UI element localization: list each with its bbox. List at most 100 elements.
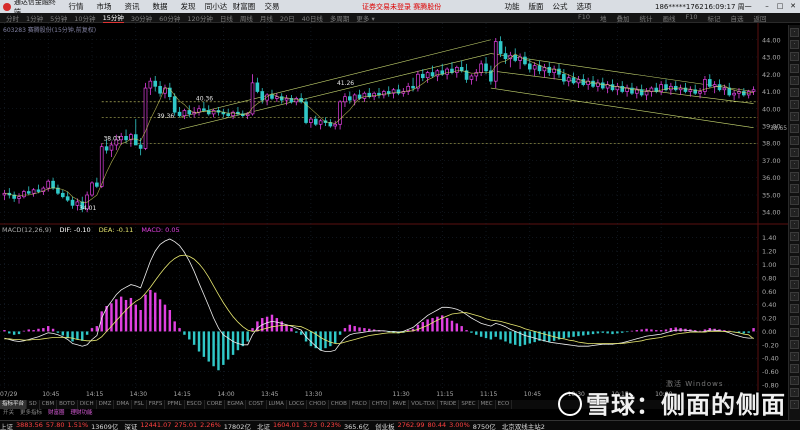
sidebar-button-icon[interactable]: ·: [790, 244, 799, 253]
tool-item-3[interactable]: 统计: [640, 13, 653, 23]
tool-item-6[interactable]: 标记: [708, 13, 721, 23]
period-tab-13[interactable]: 多周期: [330, 13, 350, 23]
indicator-tab-0[interactable]: 指标平台: [0, 400, 28, 409]
tool-item-2[interactable]: 叠加: [617, 13, 630, 23]
sidebar-button-icon[interactable]: ·: [790, 64, 799, 73]
indicator-tab-15[interactable]: LOCG: [287, 400, 308, 409]
period-tab-0[interactable]: 分时: [6, 13, 19, 23]
period-tab-12[interactable]: 40日线: [302, 13, 323, 23]
close-icon[interactable]: ✕: [788, 2, 798, 11]
sidebar-button-icon[interactable]: ·: [790, 148, 799, 157]
indicator-tab-6[interactable]: DMA: [114, 400, 133, 409]
indicator-tab-12[interactable]: EGMA: [225, 400, 247, 409]
sidebar-button-icon[interactable]: ·: [790, 256, 799, 265]
period-tab-7[interactable]: 120分钟: [187, 13, 212, 23]
menu-gongshi[interactable]: 公式: [548, 1, 572, 12]
indicator-tab-16[interactable]: CHOO: [307, 400, 329, 409]
period-tab-6[interactable]: 60分钟: [159, 13, 180, 23]
tool-item-5[interactable]: F10: [686, 13, 698, 23]
sidebar-button-icon[interactable]: ·: [790, 52, 799, 61]
sidebar-button-icon[interactable]: ·: [790, 292, 799, 301]
index-1[interactable]: 深证 12441.07 275.01 2.26% 17802亿: [124, 421, 251, 430]
subtab-1[interactable]: 更多指标: [17, 409, 45, 418]
indicator-tab-23[interactable]: SPEC: [459, 400, 479, 409]
period-tab-2[interactable]: 5分钟: [50, 13, 67, 23]
kline-chart[interactable]: 44.0043.0042.0041.0040.0039.0038.0037.00…: [0, 23, 788, 391]
sidebar-button-icon[interactable]: ·: [790, 136, 799, 145]
indicator-tab-14[interactable]: LUMA: [267, 400, 287, 409]
indicator-tab-24[interactable]: MEC: [479, 400, 496, 409]
menu-shuju[interactable]: 数据: [146, 1, 174, 12]
indicator-tab-5[interactable]: DMZ: [97, 400, 115, 409]
indicator-tab-19[interactable]: CHTO: [370, 400, 391, 409]
menu-caifuquan[interactable]: 财富圈: [230, 1, 258, 12]
indicator-tab-22[interactable]: TRIDE: [438, 400, 460, 409]
menu-faxian[interactable]: 发现: [174, 1, 202, 12]
sidebar-button-icon[interactable]: ·: [790, 160, 799, 169]
period-tab-11[interactable]: 20日: [280, 13, 295, 23]
sidebar-button-icon[interactable]: ·: [790, 232, 799, 241]
login-notice[interactable]: 证券交易未登录 赛腾股份: [362, 2, 441, 12]
user-phone[interactable]: 186*****1762: [655, 3, 704, 11]
period-tab-5[interactable]: 30分钟: [131, 13, 152, 23]
maximize-icon[interactable]: □: [775, 2, 785, 11]
menu-tongxiaoda[interactable]: 同小达: [202, 1, 230, 12]
indicator-tab-13[interactable]: COST: [246, 400, 267, 409]
menu-gongneng[interactable]: 功能: [500, 1, 524, 12]
sidebar-button-icon[interactable]: ·: [790, 76, 799, 85]
sidebar-button-icon[interactable]: ·: [790, 184, 799, 193]
index-2[interactable]: 北证 1604.01 3.73 0.23% 365.6亿: [257, 421, 369, 430]
indicator-tab-9[interactable]: PFML: [165, 400, 185, 409]
sidebar-button-icon[interactable]: ·: [790, 388, 799, 397]
index-3[interactable]: 创业板 2762.99 80.44 3.00% 8750亿: [375, 421, 496, 430]
indicator-tab-2[interactable]: CBM: [40, 400, 58, 409]
sidebar-button-icon[interactable]: ·: [790, 88, 799, 97]
period-tab-9[interactable]: 周线: [240, 13, 253, 23]
sidebar-button-icon[interactable]: ·: [790, 208, 799, 217]
indicator-tab-25[interactable]: ECO: [496, 400, 513, 409]
sidebar-button-icon[interactable]: ·: [790, 400, 799, 409]
menu-xuanxiang[interactable]: 选项: [572, 1, 596, 12]
sidebar-button-icon[interactable]: ·: [790, 112, 799, 121]
menu-hangqing[interactable]: 行情: [62, 1, 90, 12]
tool-item-0[interactable]: F10: [578, 13, 590, 23]
sidebar-button-icon[interactable]: ·: [790, 352, 799, 361]
sidebar-button-icon[interactable]: ·: [790, 28, 799, 37]
sidebar-button-icon[interactable]: ·: [790, 40, 799, 49]
tool-item-1[interactable]: 地: [600, 13, 607, 23]
menu-shichang[interactable]: 市场: [90, 1, 118, 12]
period-tab-1[interactable]: 1分钟: [26, 13, 43, 23]
sidebar-button-icon[interactable]: ·: [790, 304, 799, 313]
period-tab-14[interactable]: 更多 ▾: [356, 13, 374, 23]
indicator-tab-7[interactable]: FSL: [132, 400, 147, 409]
minimize-icon[interactable]: –: [762, 2, 772, 11]
period-tab-10[interactable]: 月线: [260, 13, 273, 23]
indicator-tab-20[interactable]: PAVE: [390, 400, 410, 409]
sidebar-button-icon[interactable]: ·: [790, 376, 799, 385]
subtab-3[interactable]: 理财功能: [68, 409, 96, 418]
subtab-0[interactable]: 开关: [0, 409, 17, 418]
indicator-tab-10[interactable]: ESCO: [185, 400, 205, 409]
indicator-tab-1[interactable]: SD: [27, 400, 40, 409]
sidebar-button-icon[interactable]: ·: [790, 316, 799, 325]
subtab-2[interactable]: 财富圈: [45, 409, 68, 418]
tool-item-7[interactable]: 自选: [731, 13, 744, 23]
sidebar-button-icon[interactable]: ·: [790, 172, 799, 181]
sidebar-button-icon[interactable]: ·: [790, 280, 799, 289]
indicator-tab-3[interactable]: BOTO: [57, 400, 78, 409]
indicator-tab-8[interactable]: FRFS: [147, 400, 166, 409]
period-tab-3[interactable]: 10分钟: [74, 13, 95, 23]
sidebar-button-icon[interactable]: ·: [790, 328, 799, 337]
indicator-tab-17[interactable]: CHOB: [329, 400, 350, 409]
sidebar-button-icon[interactable]: ·: [790, 268, 799, 277]
indicator-tab-4[interactable]: DICH: [78, 400, 97, 409]
menu-zixun[interactable]: 资讯: [118, 1, 146, 12]
sidebar-button-icon[interactable]: ·: [790, 196, 799, 205]
period-tab-4[interactable]: 15分钟: [102, 12, 124, 23]
menu-banmian[interactable]: 版面: [524, 1, 548, 12]
index-0[interactable]: 上证 3883.56 57.80 1.51% 13609亿: [0, 421, 118, 430]
menu-jiaoyi[interactable]: 交易: [258, 1, 286, 12]
sidebar-button-icon[interactable]: ·: [790, 124, 799, 133]
indicator-tab-21[interactable]: VOL-TDX: [409, 400, 438, 409]
period-tab-8[interactable]: 日线: [220, 13, 233, 23]
